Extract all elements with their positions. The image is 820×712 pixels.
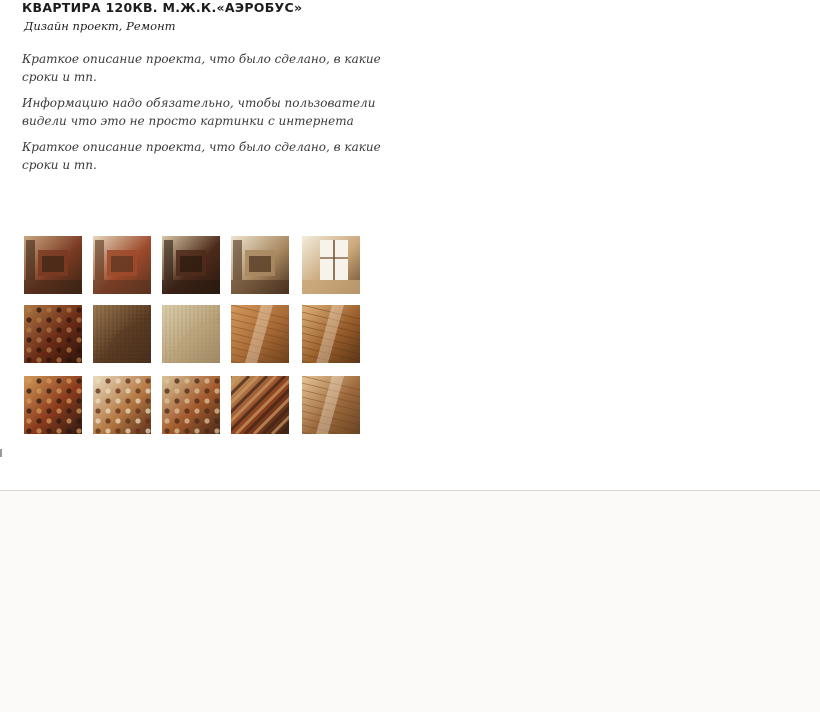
thumb-wood-floor-image [231, 305, 289, 363]
thumb-carpet-cream[interactable] [93, 376, 151, 434]
description-paragraph: Информацию надо обязательно, чтобы польз… [22, 96, 376, 128]
thumb-glossy-floor[interactable] [302, 376, 360, 434]
thumb-carpet-chair-image [162, 376, 220, 434]
thumb-bookshelf-table-image [162, 236, 220, 294]
thumb-armchair-beige-image [162, 305, 220, 363]
thumb-window-room-image [302, 236, 360, 294]
thumb-hallway-table[interactable] [231, 236, 289, 294]
thumb-window-room[interactable] [302, 236, 360, 294]
description-paragraph: Краткое описание проекта, что было сдела… [22, 140, 381, 172]
thumb-fireplace-lamp[interactable] [93, 236, 151, 294]
thumb-carpet-dark[interactable] [24, 305, 82, 363]
footer-area [0, 491, 820, 712]
project-description: Краткое описание проекта, что было сдела… [22, 50, 392, 182]
thumb-carpet-chair[interactable] [162, 376, 220, 434]
thumb-carpet-pattern-image [24, 376, 82, 434]
thumb-fireplace-library-image [24, 236, 82, 294]
thumb-fireplace-lamp-image [93, 236, 151, 294]
thumb-fireplace-library[interactable] [24, 236, 82, 294]
thumb-carpet-cream-image [93, 376, 151, 434]
edge-marker [0, 449, 2, 457]
thumb-armchair-dark-image [93, 305, 151, 363]
thumb-wood-floor-window[interactable] [302, 305, 360, 363]
thumb-armchair-beige[interactable] [162, 305, 220, 363]
thumb-runner-rug-image [231, 376, 289, 434]
project-tags: Дизайн проект, Ремонт [24, 19, 176, 33]
project-title: КВАРТИРА 120КВ. М.Ж.К.«АЭРОБУС» [22, 0, 303, 15]
thumb-hallway-table-image [231, 236, 289, 294]
project-section: КВАРТИРА 120КВ. М.Ж.К.«АЭРОБУС» Дизайн п… [0, 0, 820, 490]
thumb-glossy-floor-image [302, 376, 360, 434]
thumb-bookshelf-table[interactable] [162, 236, 220, 294]
thumb-carpet-dark-image [24, 305, 82, 363]
thumb-carpet-pattern[interactable] [24, 376, 82, 434]
thumb-wood-floor-window-image [302, 305, 360, 363]
description-paragraph: Краткое описание проекта, что было сдела… [22, 52, 381, 84]
thumb-armchair-dark[interactable] [93, 305, 151, 363]
thumb-runner-rug[interactable] [231, 376, 289, 434]
thumb-wood-floor[interactable] [231, 305, 289, 363]
